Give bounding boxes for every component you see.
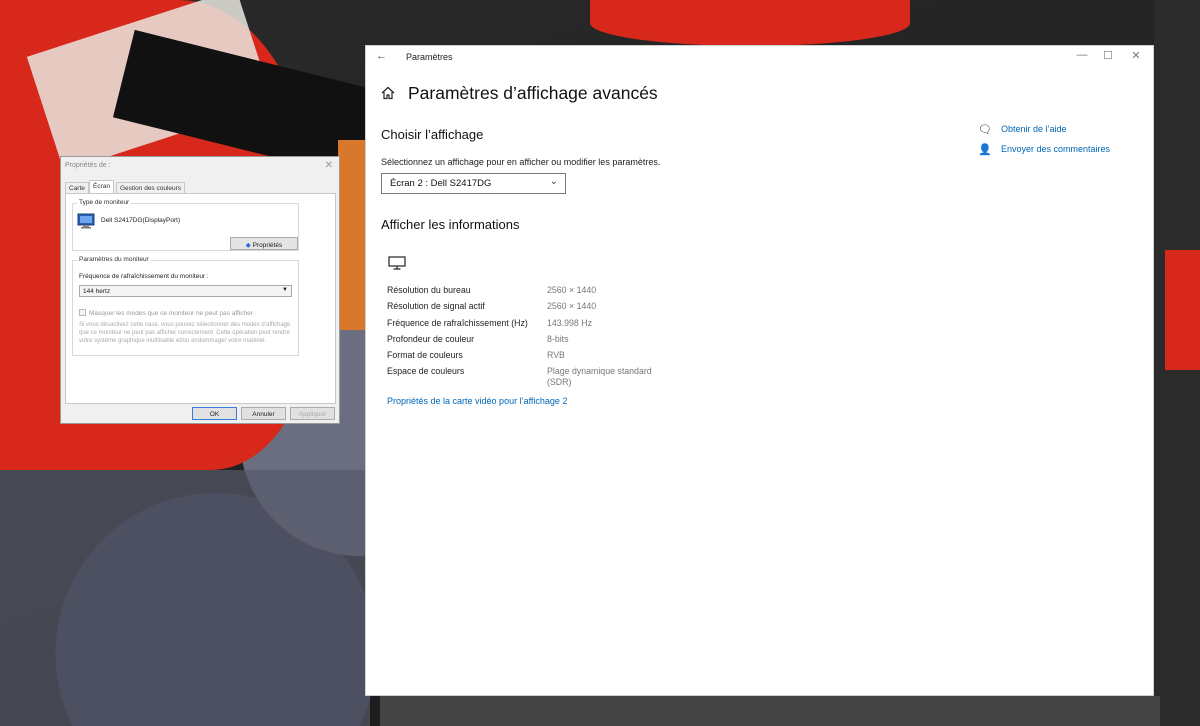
color-space-line1: Plage dynamique standard — [547, 366, 652, 377]
home-icon[interactable] — [381, 86, 395, 100]
page-title: Paramètres d’affichage avancés — [408, 83, 658, 103]
close-button[interactable]: ✕ — [1126, 49, 1146, 62]
info-value: 143.998 Hz — [547, 317, 592, 328]
hide-modes-label: Masquer les modes que ce moniteur ne peu… — [89, 310, 253, 317]
tab-panel-ecran: Type de moniteur Dell S2417DG(DisplayPor… — [65, 193, 336, 404]
tab-carte[interactable]: Carte — [65, 182, 89, 193]
monitor-settings-group: Paramètres du moniteur Fréquence de rafr… — [72, 256, 299, 356]
adapter-properties-link[interactable]: Propriétés de la carte vidéo pour l’affi… — [387, 396, 567, 406]
hide-modes-warning: Si vous désactivez cette case, vous pouv… — [79, 322, 291, 344]
info-label: Espace de couleurs — [387, 366, 465, 377]
color-space-line2: (SDR) — [547, 377, 572, 388]
feedback-label: Envoyer des commentaires — [1001, 144, 1111, 154]
display-select[interactable]: Écran 2 : Dell S2417DG ⌄ — [381, 173, 566, 194]
monitor-name: Dell S2417DG(DisplayPort) — [101, 217, 181, 224]
checkbox-box — [79, 309, 86, 316]
dialog-title: Propriétés de : — [65, 162, 111, 169]
monitor-type-group: Type de moniteur Dell S2417DG(DisplayPor… — [72, 199, 299, 251]
choose-display-description: Sélectionnez un affichage pour en affich… — [381, 157, 661, 167]
info-label: Format de couleurs — [387, 350, 463, 361]
dialog-close-button[interactable]: ✕ — [325, 160, 333, 171]
get-help-label: Obtenir de l’aide — [1001, 124, 1067, 134]
tab-ecran[interactable]: Écran — [89, 180, 114, 193]
info-value: 2560 × 1440 — [547, 285, 597, 295]
app-title: Paramètres — [406, 52, 453, 62]
wallpaper-light-bottom — [380, 696, 1160, 726]
cancel-button[interactable]: Annuler — [241, 407, 286, 420]
shield-icon: ◆ — [245, 242, 251, 249]
refresh-rate-value: 144 hertz — [83, 288, 111, 295]
wallpaper-red-top — [590, 0, 910, 46]
monitor-icon — [77, 213, 95, 229]
info-value: 2560 × 1440 — [547, 301, 597, 312]
monitor-settings-title: Paramètres du moniteur — [77, 256, 151, 263]
chat-help-icon: 🗨 — [978, 124, 992, 136]
monitor-properties-button[interactable]: ◆ Propriétés — [230, 237, 298, 250]
info-value: Plage dynamique standard (SDR) — [547, 366, 652, 388]
info-label: Résolution de signal actif — [387, 301, 485, 312]
display-info-heading: Afficher les informations — [381, 217, 520, 232]
maximize-button[interactable]: ☐ — [1098, 49, 1118, 62]
back-arrow-icon[interactable]: ← — [376, 50, 387, 62]
chevron-down-icon: ▼ — [282, 287, 288, 293]
wallpaper-orange-shape — [338, 140, 368, 330]
apply-button[interactable]: Appliquer — [290, 407, 335, 420]
chevron-down-icon: ⌄ — [549, 176, 558, 187]
info-value: 8-bits — [547, 333, 569, 344]
refresh-rate-select[interactable]: 144 hertz ▼ — [79, 285, 292, 297]
info-label: Fréquence de rafraîchissement (Hz) — [387, 317, 528, 328]
info-label: Résolution du bureau — [387, 285, 471, 295]
settings-window: ← Paramètres — ☐ ✕ Paramètres d’affichag… — [365, 45, 1154, 696]
title-bar: ← Paramètres — ☐ ✕ — [366, 46, 1153, 68]
ok-button[interactable]: OK — [192, 407, 237, 420]
monitor-properties-label: Propriétés — [252, 242, 283, 249]
info-value: RVB — [547, 350, 565, 361]
hide-modes-checkbox[interactable]: Masquer les modes que ce moniteur ne peu… — [79, 309, 253, 317]
minimize-button[interactable]: — — [1072, 49, 1092, 61]
display-select-value: Écran 2 : Dell S2417DG — [390, 178, 492, 189]
wallpaper-red-right — [1165, 250, 1200, 370]
monitor-type-title: Type de moniteur — [77, 199, 132, 206]
refresh-rate-label: Fréquence de rafraîchissement du moniteu… — [79, 273, 209, 280]
feedback-icon: 👤 — [978, 144, 992, 156]
wallpaper-grey-shape — [0, 470, 370, 726]
tab-color-management[interactable]: Gestion des couleurs — [116, 182, 186, 193]
monitor-properties-dialog: Propriétés de : ✕ Carte Écran Gestion de… — [60, 156, 340, 424]
info-label: Profondeur de couleur — [387, 333, 475, 344]
monitor-icon — [388, 256, 406, 270]
choose-display-heading: Choisir l’affichage — [381, 127, 484, 142]
